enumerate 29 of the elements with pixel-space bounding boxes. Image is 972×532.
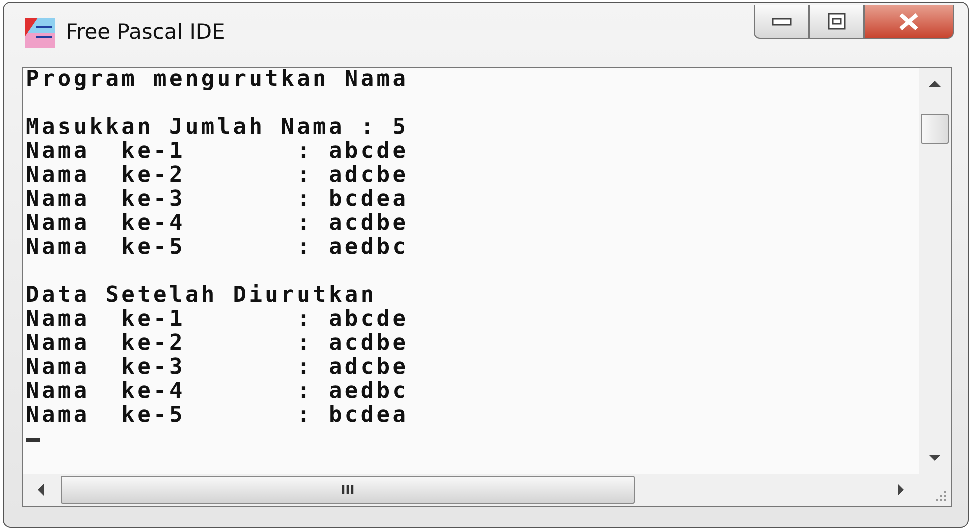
console-line: Nama ke-5 : aedbc [26,236,409,260]
text-cursor [26,438,40,442]
console-line: Nama ke-2 : acdbe [26,332,409,356]
console-line: Nama ke-1 : abcde [26,140,409,164]
maximize-button[interactable] [809,5,864,39]
minimize-button[interactable] [754,5,809,39]
scroll-left-icon[interactable] [37,483,45,497]
console-line: Nama ke-4 : aedbc [26,380,409,404]
console-line: Nama ke-5 : bcdea [26,404,409,428]
console-line: Program mengurutkan Nama [26,68,409,92]
close-icon [898,12,920,30]
app-icon [24,17,56,49]
console-line: Nama ke-2 : adcbe [26,164,409,188]
console-line: Data Setelah Diurutkan [26,284,377,308]
scroll-thumb[interactable] [921,114,949,144]
scroll-right-icon[interactable] [897,483,905,497]
maximize-icon [826,12,846,30]
scroll-down-icon[interactable] [928,454,942,462]
console-line: Nama ke-4 : acdbe [26,212,409,236]
minimize-icon [772,16,792,26]
console-line: Masukkan Jumlah Nama : 5 [26,116,409,140]
console-line: Nama ke-3 : adcbe [26,356,409,380]
scroll-up-icon[interactable] [928,80,942,88]
scroll-thumb[interactable]: III [61,476,635,504]
console-line: Nama ke-3 : bcdea [26,188,409,212]
console-line: Nama ke-1 : abcde [26,308,409,332]
resize-grip-icon[interactable] [935,490,947,502]
close-button[interactable] [864,5,954,39]
window-title: Free Pascal IDE [66,20,226,44]
